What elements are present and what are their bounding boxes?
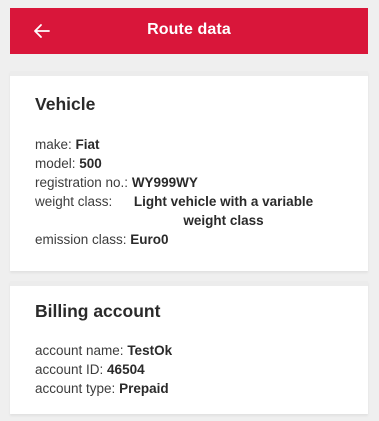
card-divider — [10, 281, 368, 286]
model-label: model: — [35, 156, 80, 171]
vehicle-make-row: make: Fiat — [35, 135, 355, 154]
vehicle-card: Vehicle make: Fiat model: 500 registrati… — [10, 71, 368, 271]
vehicle-emission-row: emission class: Euro0 — [35, 230, 355, 249]
weight-class-value: Light vehicle with a variable weight cla… — [133, 194, 314, 228]
page-title: Route data — [147, 21, 231, 38]
account-type-row: account type: Prepaid — [35, 379, 355, 398]
billing-details: account name: TestOk account ID: 46504 a… — [35, 341, 355, 398]
vehicle-registration-row: registration no.: WY999WY — [35, 173, 355, 192]
make-value: Fiat — [75, 137, 100, 152]
account-name-value: TestOk — [127, 343, 173, 358]
account-id-value: 46504 — [107, 362, 145, 377]
vehicle-title: Vehicle — [35, 94, 96, 114]
emission-class-label: emission class: — [35, 232, 131, 247]
registration-label: registration no.: — [35, 175, 132, 190]
account-type-label: account type: — [35, 381, 120, 396]
account-id-label: account ID: — [35, 362, 108, 377]
vehicle-weight-class-row: weight class: Light vehicle with a varia… — [35, 192, 355, 230]
card-divider — [10, 71, 368, 76]
make-label: make: — [35, 137, 76, 152]
model-value: 500 — [79, 156, 102, 171]
weight-class-label: weight class: — [35, 194, 117, 209]
emission-class-value: Euro0 — [130, 232, 169, 247]
vehicle-details: make: Fiat model: 500 registration no.: … — [35, 135, 355, 249]
account-type-value: Prepaid — [119, 381, 169, 396]
registration-value: WY999WY — [131, 175, 198, 190]
app-header: Route data — [10, 8, 368, 54]
account-id-row: account ID: 46504 — [35, 360, 355, 379]
app-screen: Route data Vehicle make: Fiat model: 500… — [0, 0, 379, 421]
account-name-row: account name: TestOk — [35, 341, 355, 360]
billing-account-card: Billing account account name: TestOk acc… — [10, 281, 368, 414]
vehicle-model-row: model: 500 — [35, 154, 355, 173]
account-name-label: account name: — [35, 343, 128, 358]
billing-account-title: Billing account — [35, 301, 161, 321]
